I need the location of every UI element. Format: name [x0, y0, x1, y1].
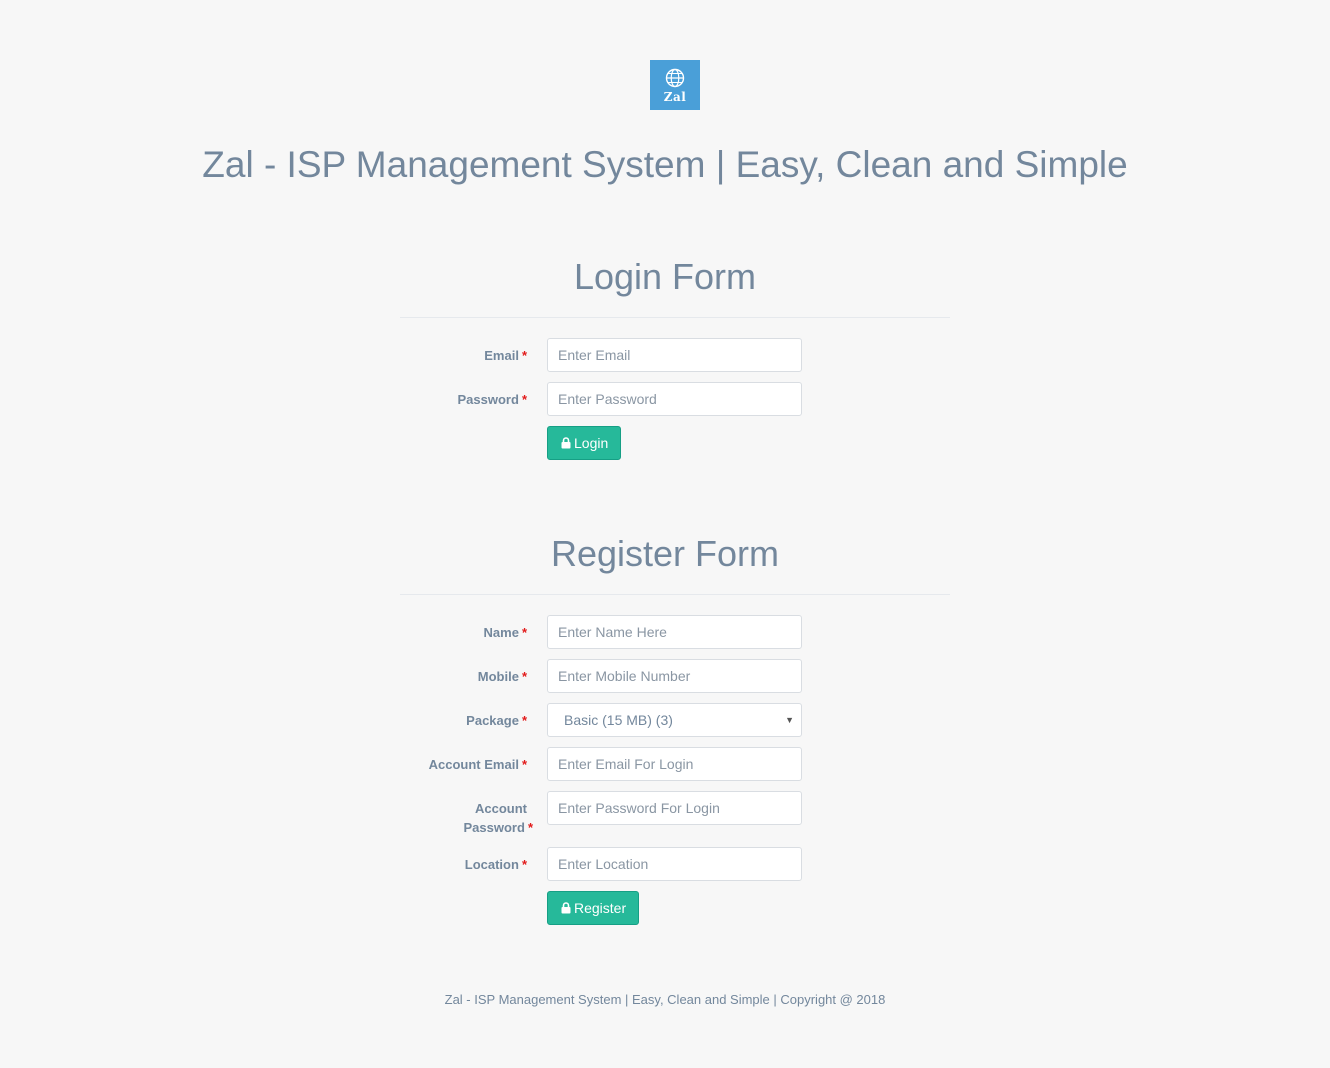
footer-text: Zal - ISP Management System | Easy, Clea… — [444, 992, 886, 1007]
required-marker: * — [521, 348, 527, 363]
required-marker: * — [521, 392, 527, 407]
location-label: Location * — [464, 857, 527, 872]
login-form-title: Login Form — [573, 256, 757, 297]
required-marker: * — [527, 820, 533, 835]
chevron-down-icon: ▼ — [785, 715, 794, 725]
logo: Zal — [650, 60, 700, 110]
globe-icon — [665, 68, 685, 88]
logo-text: Zal — [663, 90, 687, 104]
mobile-input[interactable] — [547, 659, 802, 693]
required-marker: * — [521, 669, 527, 684]
account-password-input[interactable] — [547, 791, 802, 825]
package-label: Package * — [466, 713, 527, 728]
account-password-label: Account Password * — [463, 801, 533, 835]
email-label: Email * — [484, 348, 527, 363]
register-button[interactable]: Register — [547, 891, 640, 925]
register-button-label: Register — [574, 900, 627, 916]
password-label: Password * — [457, 392, 527, 407]
account-email-label: Account Email * — [428, 757, 527, 772]
required-marker: * — [521, 857, 527, 872]
register-form-title: Register Form — [550, 533, 780, 574]
login-divider — [400, 317, 950, 318]
package-selected-value: Basic (15 MB) (3) — [564, 712, 673, 728]
account-email-input[interactable] — [547, 747, 802, 781]
required-marker: * — [521, 757, 527, 772]
lock-icon — [561, 902, 571, 914]
mobile-label: Mobile * — [477, 669, 527, 684]
login-button[interactable]: Login — [547, 426, 622, 460]
password-input[interactable] — [547, 382, 802, 416]
email-input[interactable] — [547, 338, 802, 372]
required-marker: * — [521, 625, 527, 640]
lock-icon — [561, 437, 571, 449]
package-select[interactable]: Basic (15 MB) (3) ▼ — [547, 703, 802, 737]
site-title: Zal - ISP Management System | Easy, Clea… — [202, 144, 1128, 185]
name-input[interactable] — [547, 615, 802, 649]
required-marker: * — [521, 713, 527, 728]
location-input[interactable] — [547, 847, 802, 881]
register-divider — [400, 594, 950, 595]
name-label: Name * — [483, 625, 527, 640]
login-button-label: Login — [574, 435, 609, 451]
